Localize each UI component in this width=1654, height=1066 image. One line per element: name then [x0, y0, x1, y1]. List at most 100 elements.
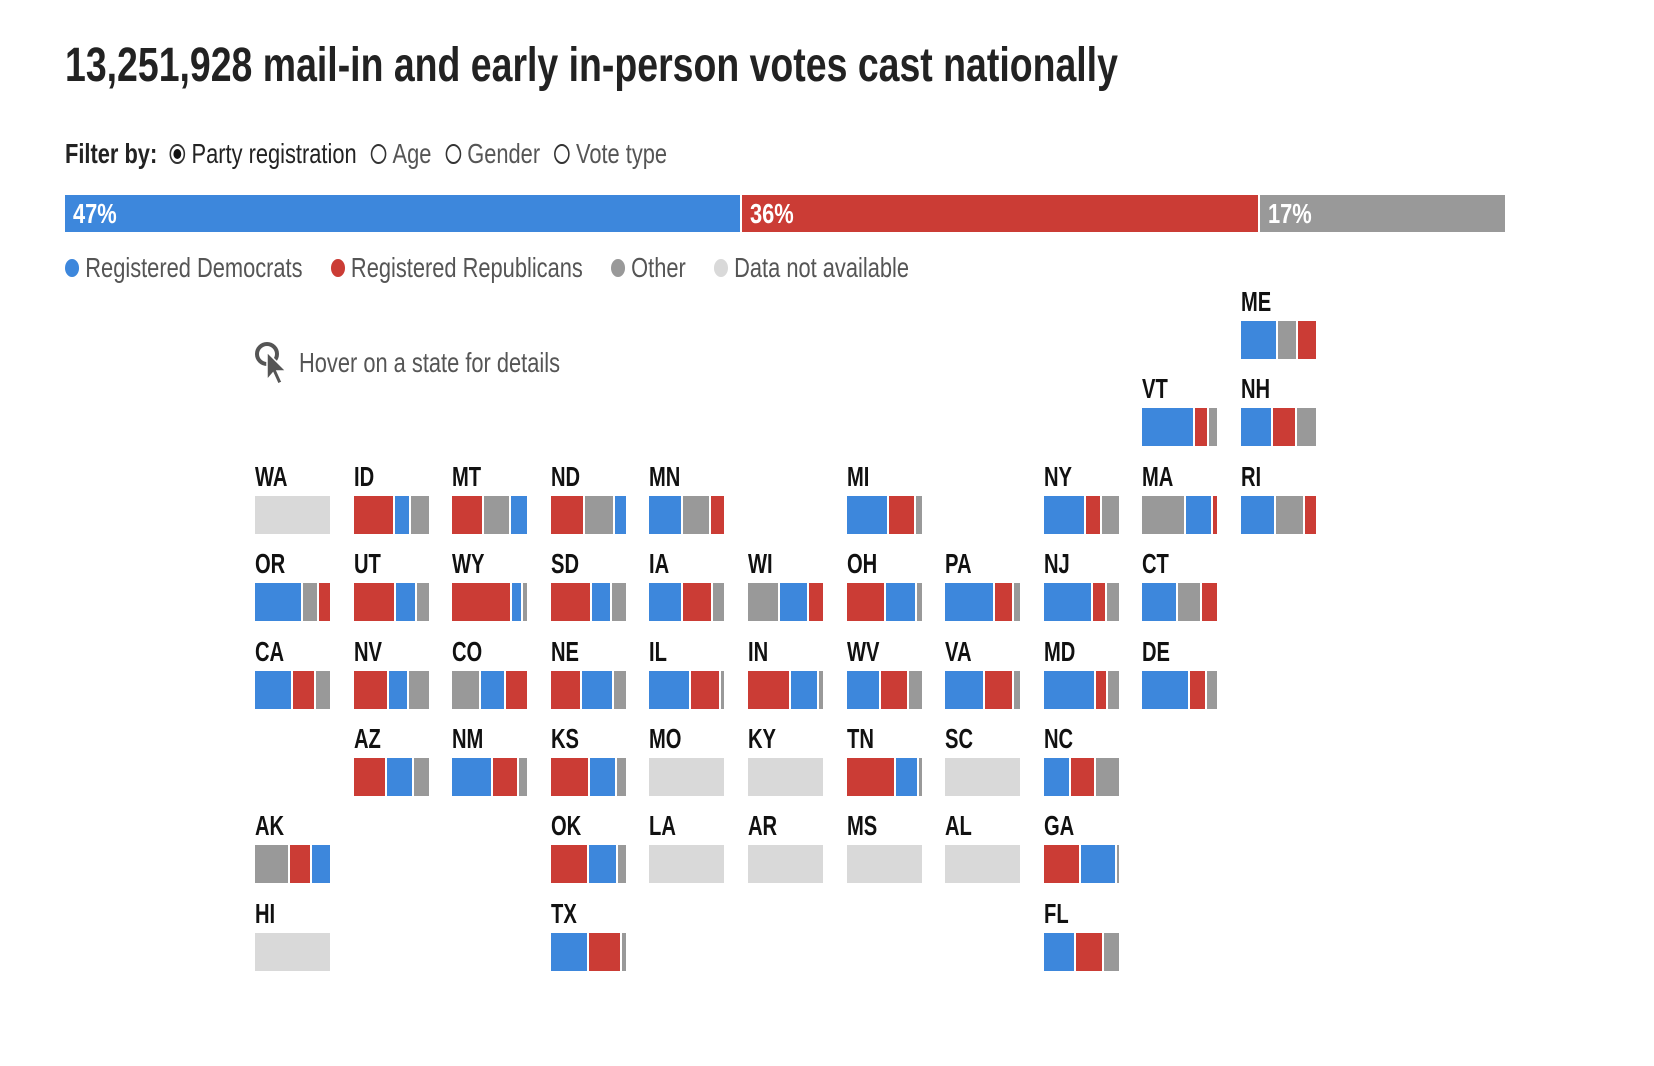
filter-radio-vote-type[interactable]: Vote type: [554, 138, 667, 170]
state-tile-ga[interactable]: GA: [1043, 812, 1120, 884]
state-tile-nj[interactable]: NJ: [1043, 550, 1120, 622]
state-bar[interactable]: [846, 583, 922, 622]
state-bar[interactable]: [748, 758, 823, 796]
state-bar[interactable]: [353, 495, 429, 534]
state-bar[interactable]: [550, 670, 626, 709]
state-bar[interactable]: [550, 583, 626, 622]
filter-radio-age[interactable]: Age: [370, 138, 431, 170]
state-tile-il[interactable]: IL: [649, 637, 725, 709]
state-bar[interactable]: [255, 495, 330, 534]
state-tile-ct[interactable]: CT: [1142, 550, 1218, 622]
state-bar[interactable]: [353, 670, 429, 709]
state-tile-ma[interactable]: MA: [1142, 462, 1218, 534]
state-tile-de[interactable]: DE: [1142, 637, 1218, 709]
state-bar[interactable]: [1043, 845, 1119, 884]
state-bar[interactable]: [452, 583, 528, 622]
state-bar[interactable]: [649, 670, 725, 709]
state-tile-wv[interactable]: WV: [846, 637, 923, 709]
state-tile-or[interactable]: OR: [255, 550, 331, 622]
state-tile-nd[interactable]: ND: [550, 462, 627, 534]
state-bar[interactable]: [452, 670, 528, 709]
state-tile-ms[interactable]: MS: [846, 812, 923, 884]
state-tile-pa[interactable]: PA: [945, 550, 1021, 622]
state-tile-mt[interactable]: MT: [452, 462, 528, 534]
state-bar[interactable]: [649, 845, 725, 884]
state-tile-ca[interactable]: CA: [255, 637, 331, 709]
state-tile-vt[interactable]: VT: [1142, 375, 1218, 447]
state-tile-wy[interactable]: WY: [452, 550, 528, 622]
state-tile-va[interactable]: VA: [945, 637, 1021, 709]
state-tile-al[interactable]: AL: [945, 812, 1021, 884]
state-bar[interactable]: [945, 670, 1021, 709]
radio-circle[interactable]: [445, 144, 462, 164]
filter-radio-party-registration[interactable]: Party registration: [169, 138, 357, 170]
state-bar[interactable]: [1241, 495, 1316, 534]
filter-radio-gender[interactable]: Gender: [445, 138, 540, 170]
state-tile-wi[interactable]: WI: [748, 550, 824, 622]
state-bar[interactable]: [255, 583, 330, 622]
state-bar[interactable]: [1043, 932, 1119, 971]
state-bar[interactable]: [649, 758, 725, 796]
state-tile-az[interactable]: AZ: [353, 725, 430, 796]
state-bar[interactable]: [945, 758, 1021, 796]
radio-circle[interactable]: [370, 144, 387, 164]
state-tile-la[interactable]: LA: [649, 812, 725, 884]
state-bar[interactable]: [550, 495, 626, 534]
state-bar[interactable]: [1241, 408, 1316, 447]
state-tile-ks[interactable]: KS: [550, 725, 627, 796]
state-bar[interactable]: [353, 758, 429, 796]
state-tile-tx[interactable]: TX: [550, 899, 627, 971]
state-tile-mn[interactable]: MN: [649, 462, 725, 534]
state-tile-wa[interactable]: WA: [255, 462, 331, 534]
state-tile-nv[interactable]: NV: [353, 637, 430, 709]
state-bar[interactable]: [452, 758, 528, 796]
state-tile-id[interactable]: ID: [353, 462, 430, 534]
radio-circle[interactable]: [169, 144, 186, 164]
state-bar[interactable]: [846, 845, 922, 884]
state-bar[interactable]: [550, 845, 626, 884]
state-tile-oh[interactable]: OH: [846, 550, 923, 622]
radio-circle[interactable]: [554, 144, 570, 164]
state-tile-in[interactable]: IN: [748, 637, 824, 709]
state-bar[interactable]: [1043, 583, 1119, 622]
state-bar[interactable]: [748, 583, 823, 622]
state-tile-nh[interactable]: NH: [1241, 375, 1317, 447]
state-bar[interactable]: [1142, 670, 1218, 709]
state-bar[interactable]: [550, 758, 626, 796]
state-bar[interactable]: [945, 583, 1021, 622]
state-tile-md[interactable]: MD: [1043, 637, 1120, 709]
state-bar[interactable]: [1142, 495, 1218, 534]
state-tile-fl[interactable]: FL: [1043, 899, 1120, 971]
state-tile-ky[interactable]: KY: [748, 725, 824, 796]
state-bar[interactable]: [255, 845, 330, 884]
state-bar[interactable]: [649, 583, 725, 622]
state-bar[interactable]: [1142, 583, 1218, 622]
state-bar[interactable]: [255, 670, 330, 709]
state-tile-ri[interactable]: RI: [1241, 462, 1317, 534]
state-bar[interactable]: [846, 758, 922, 796]
state-bar[interactable]: [846, 495, 922, 534]
state-tile-ok[interactable]: OK: [550, 812, 627, 884]
state-bar[interactable]: [452, 495, 528, 534]
state-tile-nm[interactable]: NM: [452, 725, 528, 796]
state-bar[interactable]: [1241, 321, 1316, 359]
state-bar[interactable]: [1142, 408, 1218, 447]
state-bar[interactable]: [945, 845, 1021, 884]
state-bar[interactable]: [748, 670, 823, 709]
state-tile-sd[interactable]: SD: [550, 550, 627, 622]
state-bar[interactable]: [353, 583, 429, 622]
state-tile-co[interactable]: CO: [452, 637, 528, 709]
state-tile-me[interactable]: ME: [1241, 288, 1317, 359]
state-bar[interactable]: [255, 932, 330, 971]
state-tile-nc[interactable]: NC: [1043, 725, 1120, 796]
state-bar[interactable]: [846, 670, 922, 709]
state-tile-ny[interactable]: NY: [1043, 462, 1120, 534]
state-tile-ar[interactable]: AR: [748, 812, 824, 884]
state-tile-ut[interactable]: UT: [353, 550, 430, 622]
state-bar[interactable]: [1043, 758, 1119, 796]
state-bar[interactable]: [748, 845, 823, 884]
state-tile-ia[interactable]: IA: [649, 550, 725, 622]
state-bar[interactable]: [550, 932, 626, 971]
state-bar[interactable]: [1043, 495, 1119, 534]
state-tile-ne[interactable]: NE: [550, 637, 627, 709]
